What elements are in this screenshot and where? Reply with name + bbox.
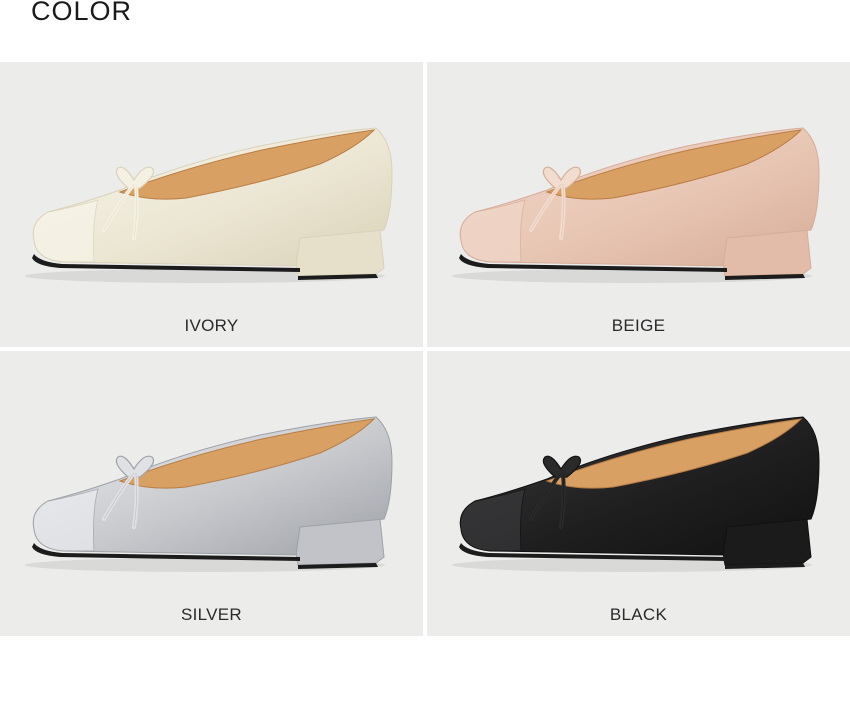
toe-cap <box>459 488 526 552</box>
swatch-label: BLACK <box>609 605 668 624</box>
swatch-label: BEIGE <box>611 316 666 335</box>
swatch-silver[interactable]: SILVER <box>0 351 423 636</box>
shoe-image-beige <box>452 127 820 283</box>
section-title: COLOR <box>31 0 133 26</box>
swatch-ivory[interactable]: IVORY <box>0 62 423 347</box>
swatch-beige[interactable]: BEIGE <box>427 62 850 347</box>
toe-cap <box>459 199 526 263</box>
shoe-image-black <box>452 416 820 572</box>
color-swatch-grid: IVORY BEIGE SILVER BLACK <box>0 62 850 636</box>
swatch-label: IVORY <box>184 316 239 335</box>
toe-cap <box>32 199 99 263</box>
swatch-black[interactable]: BLACK <box>427 351 850 636</box>
shoe-image-ivory <box>25 127 393 283</box>
swatch-label: SILVER <box>180 605 242 624</box>
shoe-image-silver <box>25 416 393 572</box>
toe-cap <box>32 488 99 552</box>
